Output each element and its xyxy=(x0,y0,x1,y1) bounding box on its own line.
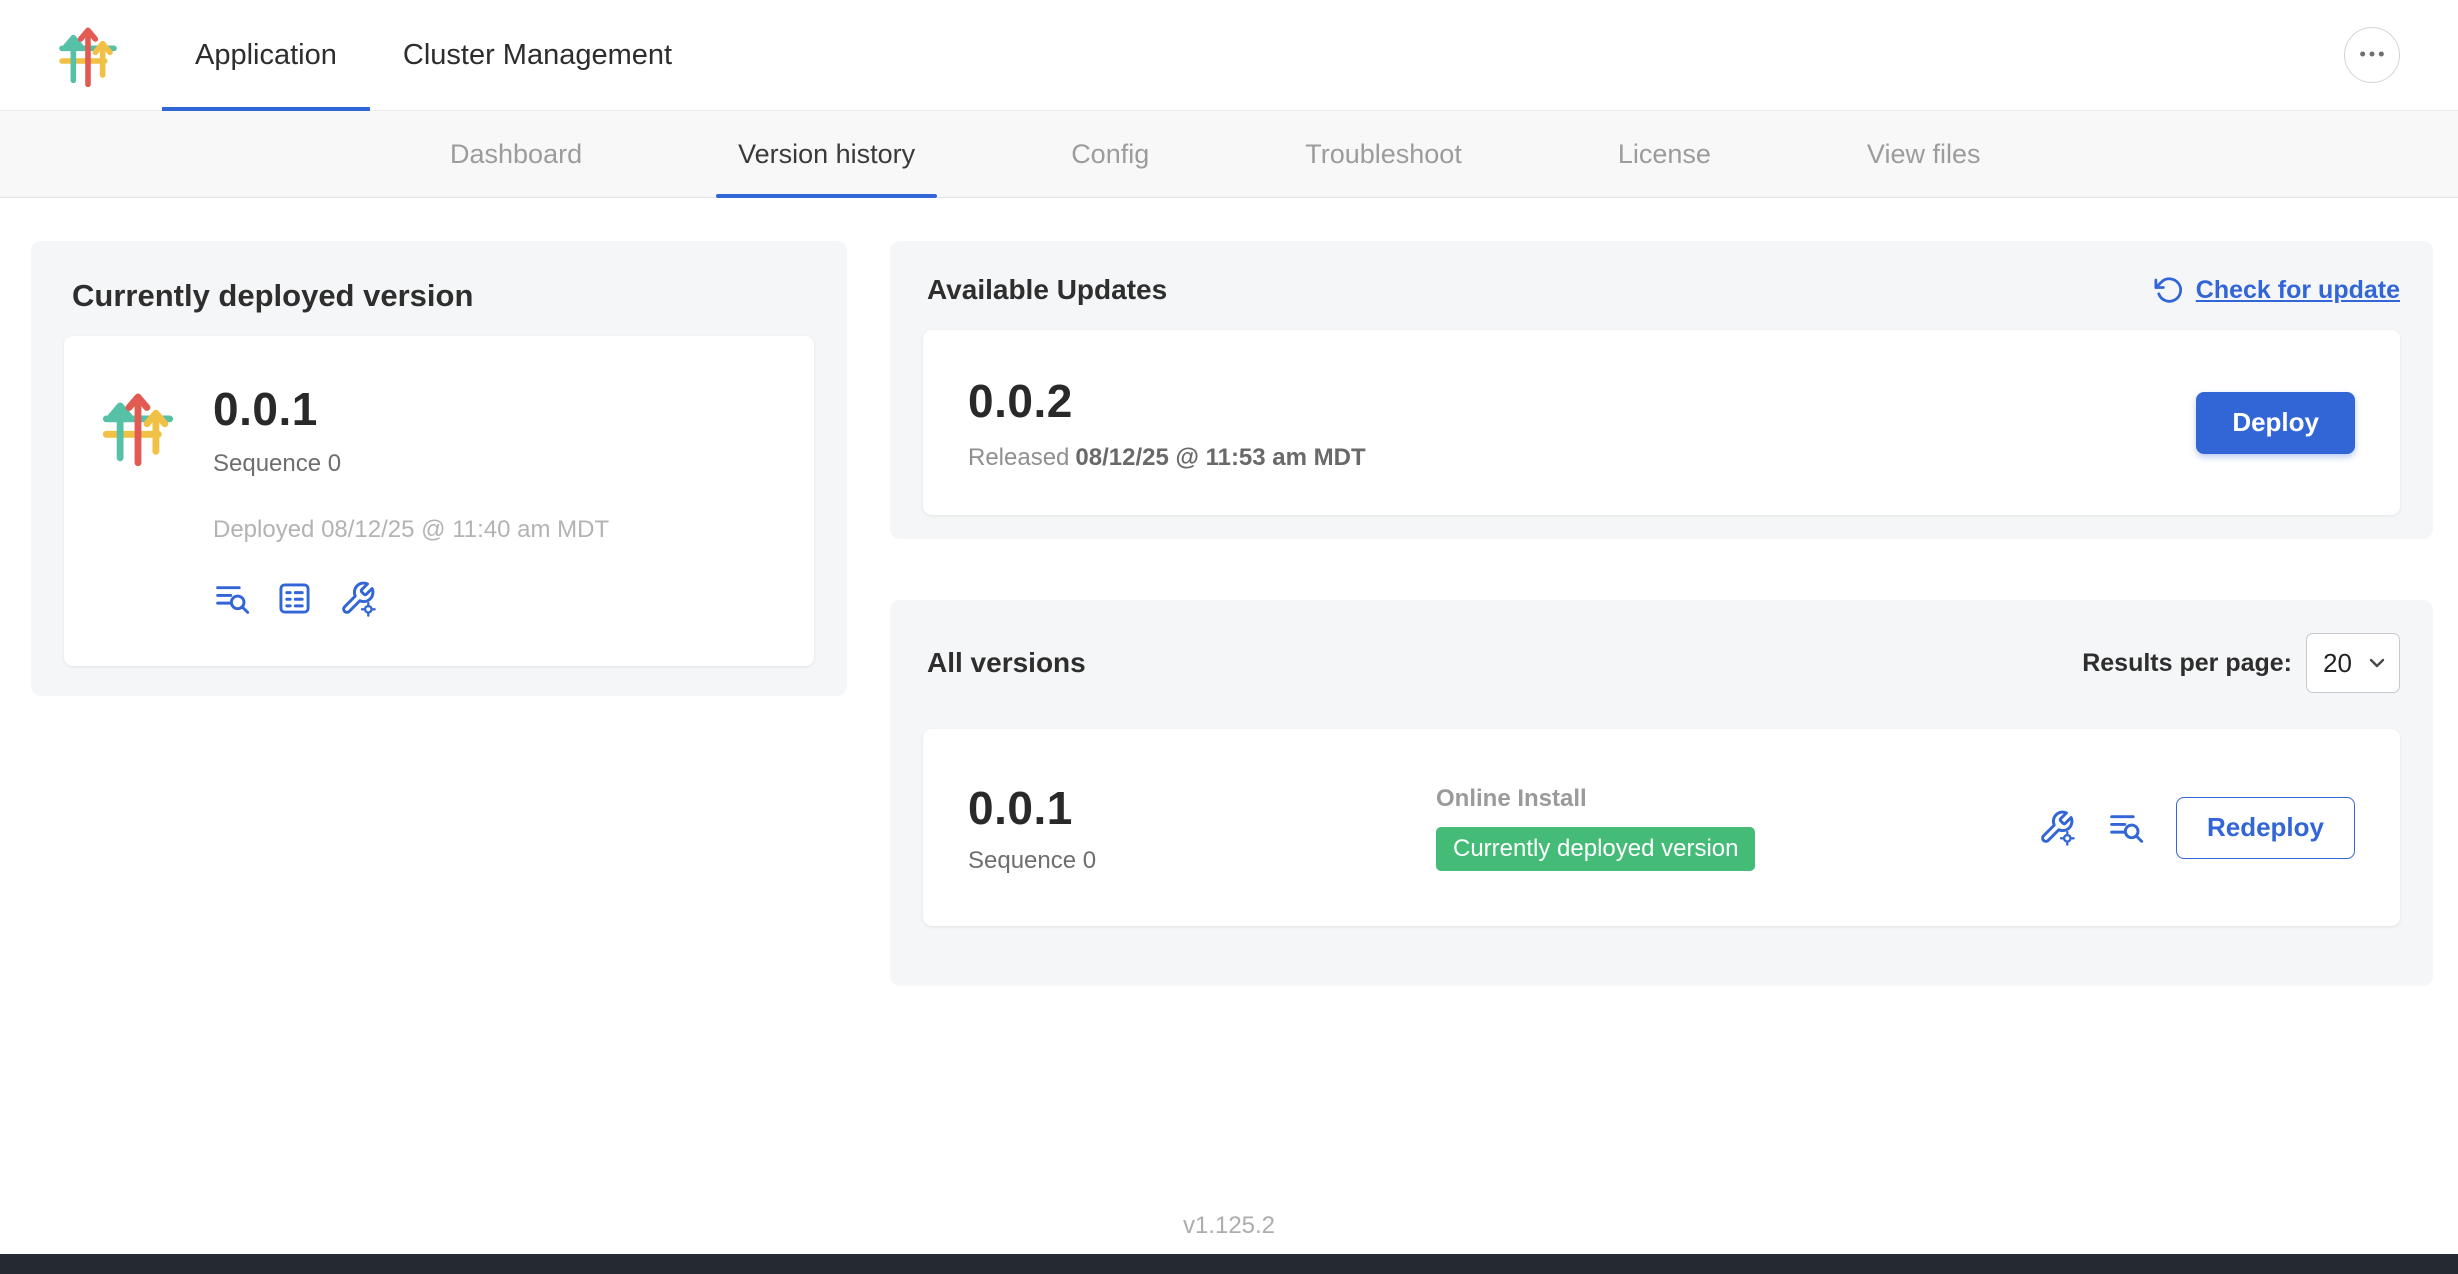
released-date: 08/12/25 @ 11:53 am MDT xyxy=(1075,444,1365,471)
results-per-page: Results per page: 20 xyxy=(2082,633,2400,693)
admin-console-screen: Application Cluster Management Dashboard… xyxy=(0,0,2458,1274)
deployed-version-details: 0.0.1 Sequence 0 Deployed 08/12/25 @ 11:… xyxy=(213,366,609,636)
deployed-version-card: 0.0.1 Sequence 0 Deployed 08/12/25 @ 11:… xyxy=(64,336,814,666)
subnav-version-history[interactable]: Version history xyxy=(716,111,937,197)
console-footer: v1.125.2 xyxy=(0,1198,2458,1254)
results-per-page-select[interactable]: 20 xyxy=(2306,633,2400,693)
released-timestamp: Released08/12/25 @ 11:53 am MDT xyxy=(968,444,1366,472)
tab-application[interactable]: Application xyxy=(162,0,370,110)
release-notes-icon[interactable] xyxy=(2107,809,2144,846)
subnav-config[interactable]: Config xyxy=(1049,111,1171,197)
ellipsis-icon xyxy=(2356,38,2388,73)
install-type-label: Online Install xyxy=(1436,785,2038,813)
app-subnav: Dashboard Version history Config Trouble… xyxy=(0,111,2458,198)
chevron-down-icon xyxy=(2365,651,2389,675)
available-version-number: 0.0.2 xyxy=(968,374,1366,428)
refresh-icon xyxy=(2154,275,2184,305)
tab-cluster-management[interactable]: Cluster Management xyxy=(370,0,705,110)
deployed-version-number: 0.0.1 xyxy=(213,382,609,436)
currently-deployed-panel: Currently deployed version 0.0 xyxy=(31,241,847,696)
tab-cluster-management-label: Cluster Management xyxy=(403,39,672,72)
top-header: Application Cluster Management xyxy=(0,0,2458,111)
row-sequence: Sequence 0 xyxy=(968,847,1436,875)
tab-application-label: Application xyxy=(195,39,337,72)
overflow-menu-button[interactable] xyxy=(2344,27,2400,83)
redeploy-button[interactable]: Redeploy xyxy=(2176,797,2355,859)
currently-deployed-badge: Currently deployed version xyxy=(1436,827,1755,871)
subnav-license[interactable]: License xyxy=(1596,111,1733,197)
available-release-info: 0.0.2 Released08/12/25 @ 11:53 am MDT xyxy=(968,374,1366,472)
version-row-info: 0.0.1 Sequence 0 xyxy=(968,781,1436,875)
version-row-actions: Redeploy xyxy=(2038,797,2355,859)
row-version-number: 0.0.1 xyxy=(968,781,1436,835)
deployed-timestamp: Deployed 08/12/25 @ 11:40 am MDT xyxy=(213,516,609,544)
results-per-page-label: Results per page: xyxy=(2082,649,2292,678)
available-release-card: 0.0.2 Released08/12/25 @ 11:53 am MDT De… xyxy=(923,330,2400,515)
released-prefix: Released xyxy=(968,444,1069,471)
preflight-checklist-icon[interactable] xyxy=(276,580,313,617)
release-notes-icon[interactable] xyxy=(213,580,250,617)
all-versions-title: All versions xyxy=(927,647,1086,679)
app-logo-icon xyxy=(56,23,120,87)
deploy-button[interactable]: Deploy xyxy=(2196,392,2355,454)
currently-deployed-title: Currently deployed version xyxy=(72,278,814,314)
version-row: 0.0.1 Sequence 0 Online Install Currentl… xyxy=(923,729,2400,926)
top-tabs: Application Cluster Management xyxy=(162,0,705,110)
config-wrench-icon[interactable] xyxy=(339,580,376,617)
app-version-icon xyxy=(99,388,177,466)
all-versions-header: All versions Results per page: 20 xyxy=(923,633,2400,693)
check-for-update-label: Check for update xyxy=(2196,276,2400,305)
main-content: Currently deployed version 0.0 xyxy=(0,198,2458,1198)
check-for-update-link[interactable]: Check for update xyxy=(2154,275,2400,305)
deployed-action-icons xyxy=(213,580,609,617)
config-wrench-icon[interactable] xyxy=(2038,809,2075,846)
version-row-status: Online Install Currently deployed versio… xyxy=(1436,785,2038,871)
available-updates-panel: Available Updates Check for update xyxy=(890,241,2433,539)
bottom-edge-bar xyxy=(0,1254,2458,1274)
available-updates-header: Available Updates Check for update xyxy=(923,274,2400,306)
results-per-page-value: 20 xyxy=(2323,648,2352,679)
subnav-troubleshoot[interactable]: Troubleshoot xyxy=(1283,111,1484,197)
subnav-dashboard[interactable]: Dashboard xyxy=(428,111,604,197)
right-column: Available Updates Check for update xyxy=(890,241,2433,986)
console-version-label: v1.125.2 xyxy=(1183,1212,1275,1240)
all-versions-panel: All versions Results per page: 20 0.0. xyxy=(890,600,2433,986)
deployed-sequence: Sequence 0 xyxy=(213,450,609,478)
subnav-view-files[interactable]: View files xyxy=(1845,111,2003,197)
available-updates-title: Available Updates xyxy=(927,274,1167,306)
